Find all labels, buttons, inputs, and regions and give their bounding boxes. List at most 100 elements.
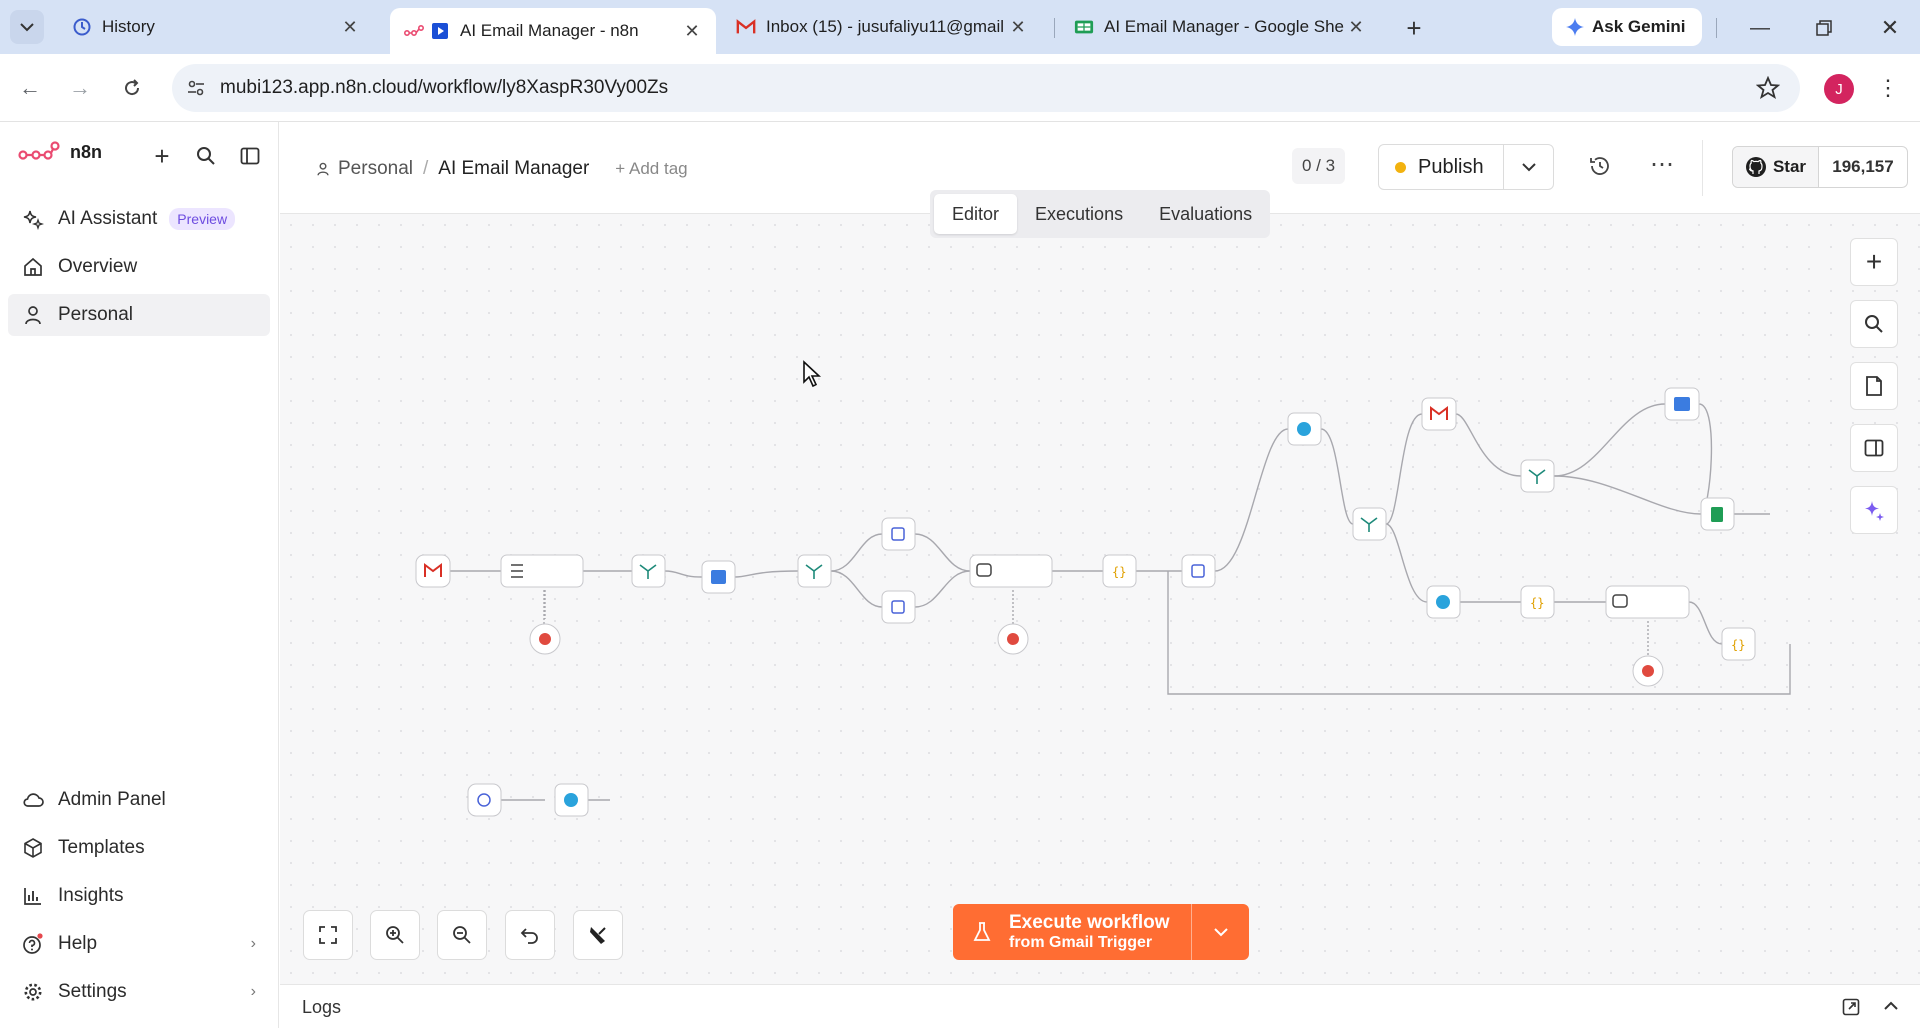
logs-panel-bar[interactable]: Logs <box>280 984 1920 1028</box>
node-gmail-trigger[interactable] <box>415 554 451 588</box>
ask-gemini-button[interactable]: Ask Gemini <box>1552 8 1702 46</box>
n8n-brand[interactable]: n8n <box>18 140 102 164</box>
workflow-history-button[interactable] <box>1584 150 1616 182</box>
zoom-in-button[interactable] <box>370 910 420 960</box>
node-telegram-send-and-wait1[interactable] <box>1426 585 1461 619</box>
tab-title: Inbox (15) - jusufaliyu11@gmail <box>766 17 1005 36</box>
publish-button[interactable]: Publish <box>1379 145 1503 189</box>
collapse-sidebar-button[interactable] <box>234 140 266 172</box>
sidebar-item-admin-panel[interactable]: Admin Panel <box>8 779 270 821</box>
zoom-out-button[interactable] <box>437 910 487 960</box>
add-tag-button[interactable]: + Add tag <box>615 159 687 179</box>
ai-build-button[interactable] <box>1850 486 1898 534</box>
sidebar-item-personal[interactable]: Personal <box>8 294 270 336</box>
search-icon <box>197 147 215 165</box>
restore-button[interactable] <box>1808 12 1840 44</box>
tab-gmail-inbox[interactable]: Inbox (15) - jusufaliyu11@gmail ✕ <box>722 8 1042 46</box>
node-basic-llm-chain[interactable] <box>500 554 584 588</box>
canvas-search-button[interactable] <box>1850 300 1898 348</box>
sticky-note-button[interactable] <box>1850 362 1898 410</box>
sidebar-item-settings[interactable]: Settings › <box>8 971 270 1013</box>
box-icon <box>20 837 46 859</box>
close-icon[interactable]: ✕ <box>1008 17 1028 38</box>
profile-avatar[interactable]: J <box>1824 74 1854 104</box>
node-if[interactable] <box>631 554 666 588</box>
browser-menu-button[interactable]: ⋮ <box>1872 72 1904 104</box>
preview-badge: Preview <box>169 208 236 230</box>
node-get-many-events[interactable] <box>701 560 736 594</box>
address-bar[interactable]: mubi123.app.n8n.cloud/workflow/ly8XaspR3… <box>172 64 1800 112</box>
chevron-up-icon[interactable] <box>1884 1001 1898 1011</box>
node-append-row-in-sheet[interactable] <box>1700 497 1735 531</box>
sidebar-item-insights[interactable]: Insights <box>8 875 270 917</box>
node-edit-fields2[interactable] <box>1181 554 1216 588</box>
node-code-in-javascript2[interactable]: {} <box>1721 627 1756 661</box>
tab-ai-email-manager-n8n[interactable]: AI Email Manager - n8n ✕ <box>390 8 716 54</box>
workflow-canvas[interactable]: {} {} {} <box>280 214 1920 984</box>
version-counter[interactable]: 0 / 3 <box>1292 148 1346 184</box>
add-node-button[interactable]: + <box>1850 238 1898 286</box>
sidebar-item-help[interactable]: Help › <box>8 923 270 965</box>
node-ai-agent1[interactable] <box>1605 585 1690 619</box>
node-send-telegram-message[interactable] <box>554 783 589 817</box>
search-button[interactable] <box>190 140 222 172</box>
sidebar-toggle-icon <box>240 147 260 165</box>
workflow-more-button[interactable]: ⋯ <box>1646 148 1678 180</box>
n8n-logo-icon <box>404 21 424 41</box>
node-groq-chat-model1[interactable] <box>997 623 1029 655</box>
close-icon[interactable]: ✕ <box>340 17 360 38</box>
workflow-name[interactable]: AI Email Manager <box>438 158 589 180</box>
node-code-in-javascript1[interactable]: {} <box>1520 585 1555 619</box>
node-groq-chat-model[interactable] <box>529 623 561 655</box>
node-if3[interactable] <box>1520 459 1555 493</box>
node-if2[interactable] <box>1352 507 1387 541</box>
tab-editor[interactable]: Editor <box>934 194 1018 234</box>
forward-button[interactable]: → <box>64 72 96 104</box>
github-star-widget[interactable]: Star 196,157 <box>1732 146 1908 188</box>
node-error-trigger[interactable] <box>467 783 502 817</box>
execute-workflow-button[interactable]: Execute workflow from Gmail Trigger <box>953 904 1191 960</box>
tab-executions[interactable]: Executions <box>1017 194 1141 234</box>
tab-history[interactable]: History ✕ <box>58 8 374 46</box>
tab-separator <box>1716 18 1717 38</box>
sidebar-item-label: Help <box>58 933 98 954</box>
node-edit-fields[interactable] <box>881 517 916 551</box>
reload-button[interactable] <box>116 72 148 104</box>
node-create-event[interactable] <box>1664 387 1700 421</box>
node-telegram-send-and-wait[interactable] <box>1287 412 1322 446</box>
open-in-new-window-icon[interactable] <box>1842 998 1860 1016</box>
close-icon[interactable]: ✕ <box>682 21 702 42</box>
execute-workflow-split-button: Execute workflow from Gmail Trigger <box>953 904 1249 960</box>
new-tab-button[interactable]: + <box>1398 12 1430 44</box>
tidy-up-button[interactable] <box>573 910 623 960</box>
breadcrumb-project[interactable]: Personal <box>338 158 413 180</box>
node-if1[interactable] <box>797 554 832 588</box>
back-button[interactable]: ← <box>14 72 46 104</box>
sidebar-item-overview[interactable]: Overview <box>8 246 270 288</box>
node-edit-fields1[interactable] <box>881 590 916 624</box>
panel-icon <box>1864 439 1884 457</box>
node-code-in-javascript[interactable]: {} <box>1102 554 1137 588</box>
close-window-button[interactable]: ✕ <box>1874 12 1906 44</box>
site-info-icon[interactable] <box>186 78 206 98</box>
minimize-button[interactable]: — <box>1744 12 1776 44</box>
sidebar-item-ai-assistant[interactable]: AI Assistant Preview <box>8 198 270 240</box>
node-groq-chat-model2[interactable] <box>1632 655 1664 687</box>
sidebar-item-templates[interactable]: Templates <box>8 827 270 869</box>
publish-options-button[interactable] <box>1504 162 1553 172</box>
tab-search-button[interactable] <box>10 10 44 44</box>
create-button[interactable]: + <box>146 140 178 172</box>
workflow-graph[interactable]: {} {} {} <box>280 214 1920 984</box>
arrow-left-icon: ← <box>19 75 41 100</box>
execute-options-button[interactable] <box>1192 927 1249 937</box>
tab-google-sheets[interactable]: AI Email Manager - Google She ✕ <box>1060 8 1380 46</box>
undo-button[interactable] <box>505 910 555 960</box>
bookmark-star-icon[interactable] <box>1756 76 1780 100</box>
close-icon[interactable]: ✕ <box>1346 17 1366 38</box>
node-gmail-reply[interactable] <box>1421 397 1457 431</box>
toggle-panel-button[interactable] <box>1850 424 1898 472</box>
tab-evaluations[interactable]: Evaluations <box>1141 194 1270 234</box>
github-star-button[interactable]: Star <box>1733 147 1819 187</box>
fit-view-button[interactable] <box>303 910 353 960</box>
node-ai-agent[interactable] <box>969 554 1053 588</box>
